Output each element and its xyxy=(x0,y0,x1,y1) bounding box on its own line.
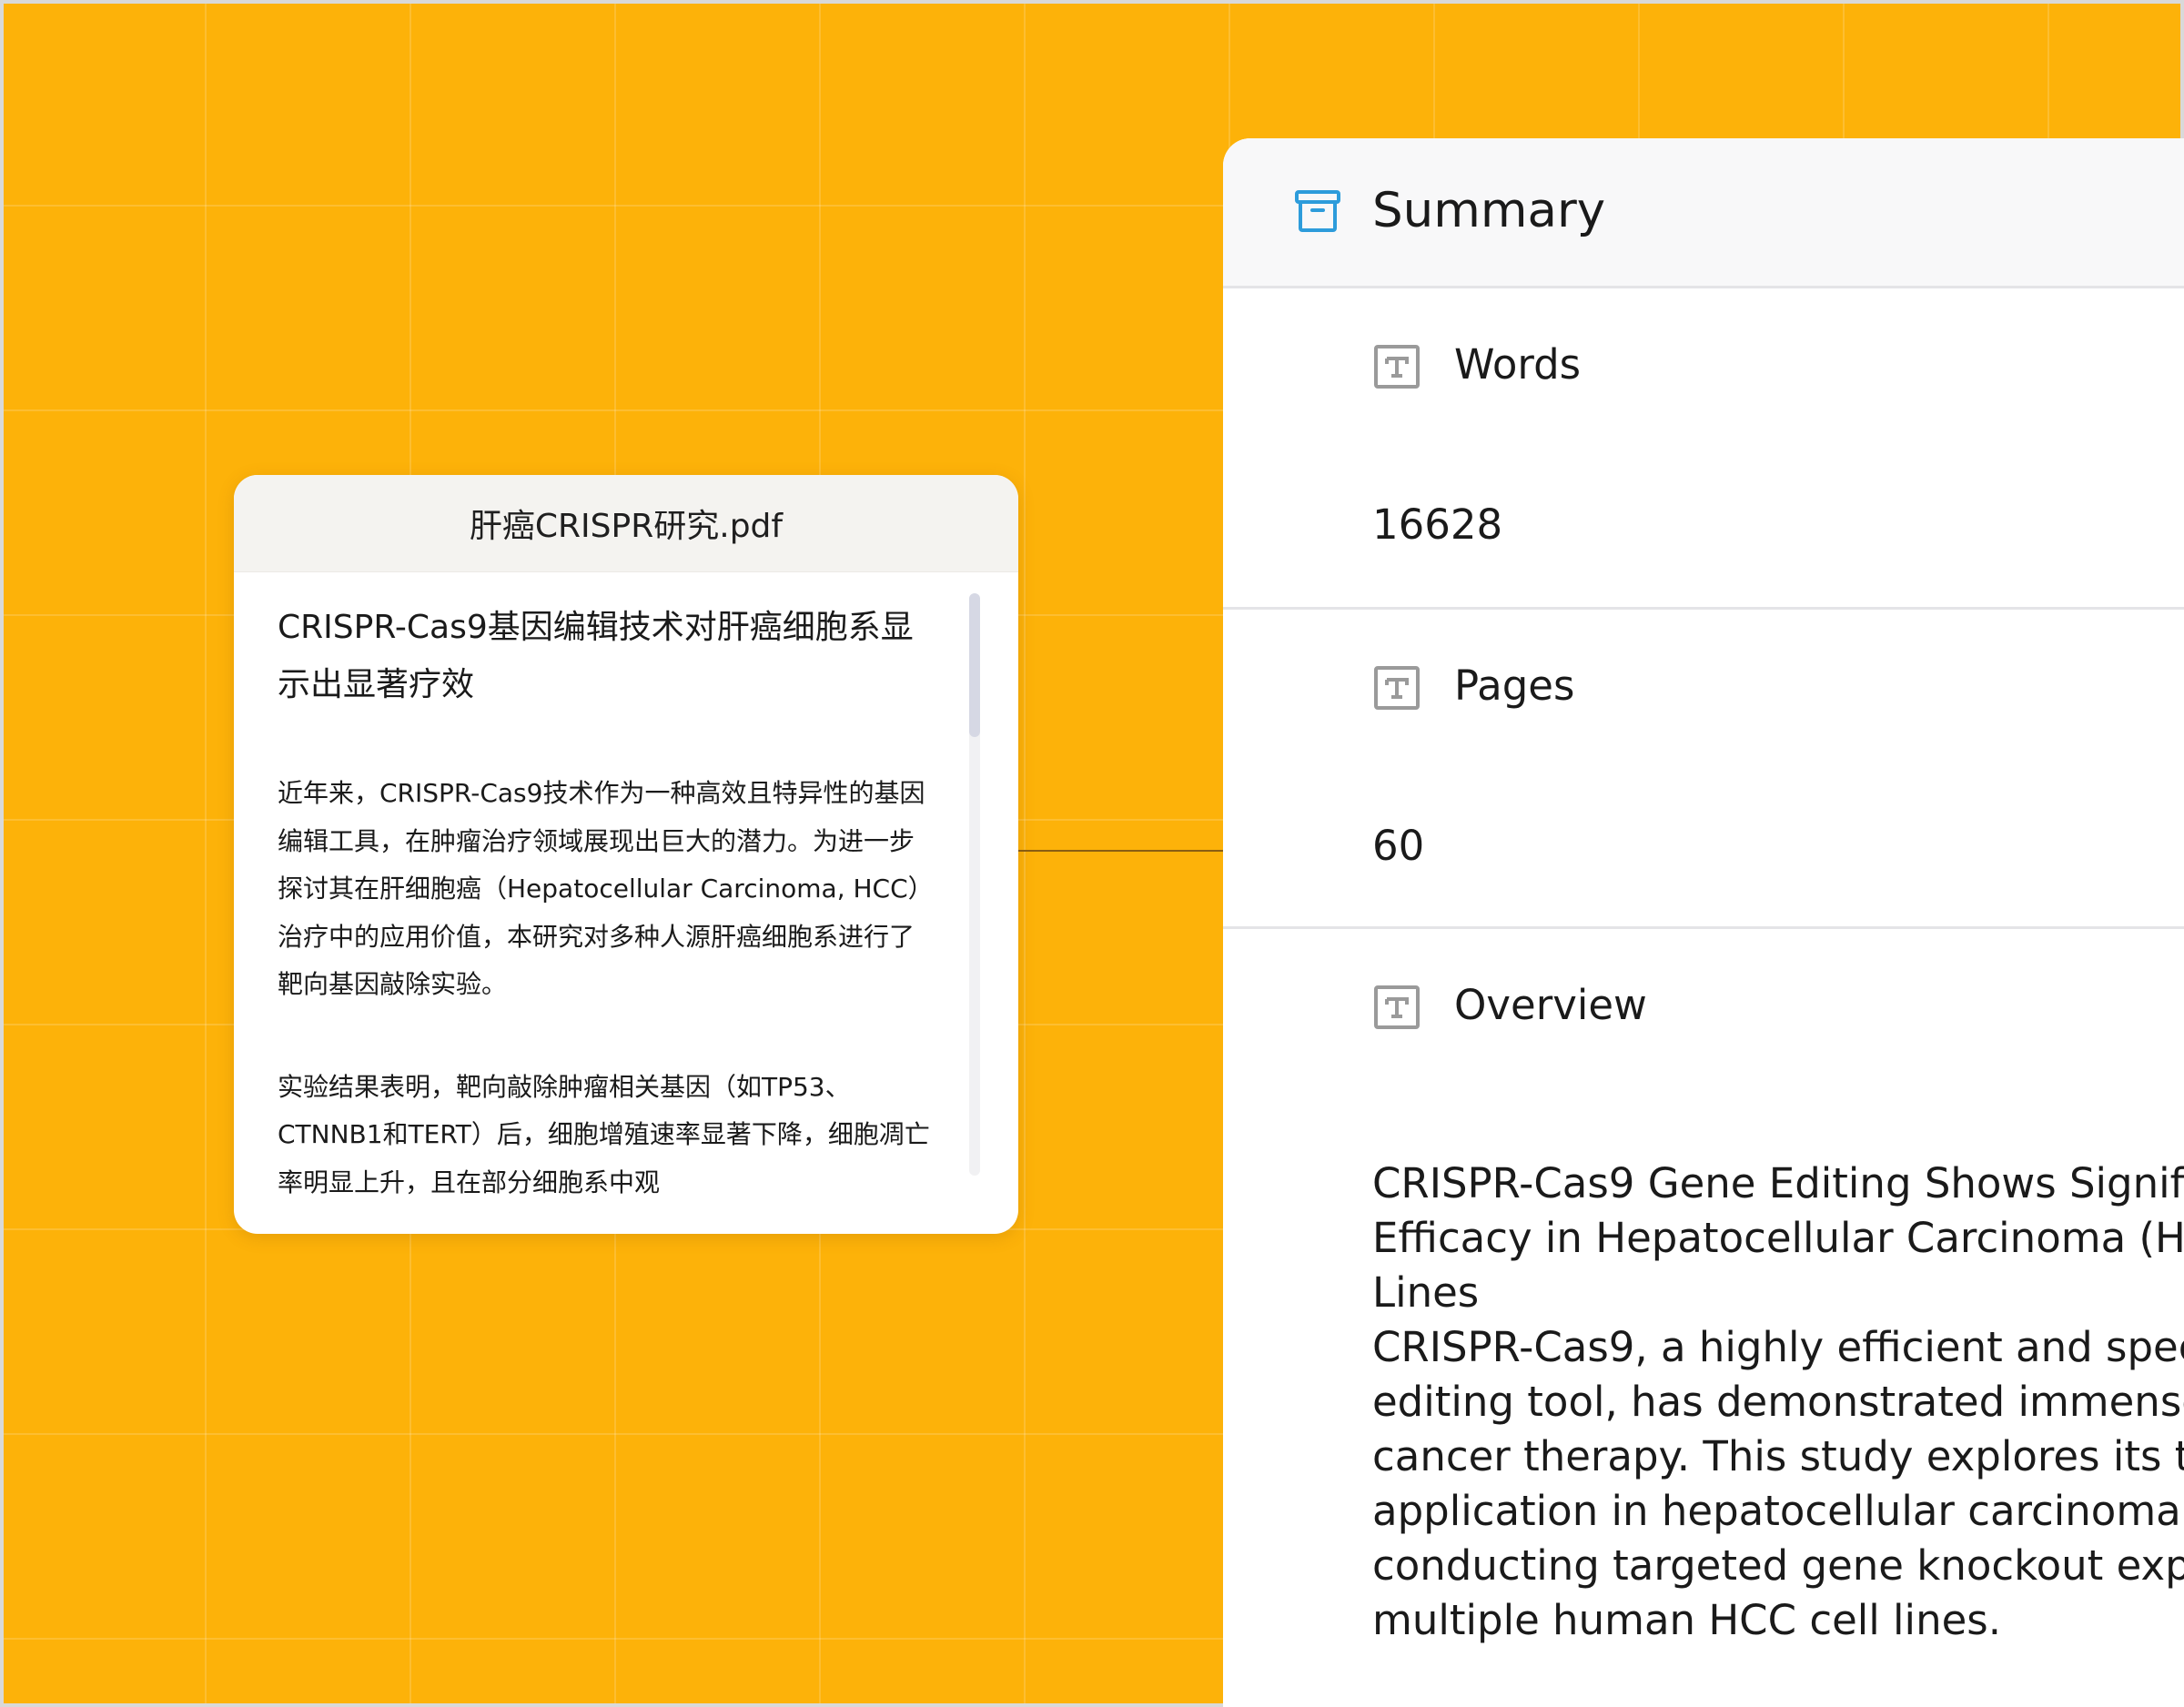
field-label-pages: Pages xyxy=(1454,662,1575,710)
archive-box-icon xyxy=(1295,190,1340,232)
overview-line: application in hepatocellular carcinoma … xyxy=(1372,1487,2184,1535)
text-field-icon xyxy=(1374,666,1420,710)
overview-line: cancer therapy. This study explores its … xyxy=(1372,1432,2184,1480)
field-words: Words 16628 xyxy=(1223,288,2184,610)
overview-line: CRISPR-Cas9, a highly efficient and spec… xyxy=(1372,1323,2184,1371)
field-value-pages: 60 xyxy=(1372,822,1425,870)
connector-line xyxy=(1017,850,1223,852)
file-card[interactable]: 肝癌CRISPR研究.pdf CRISPR-Cas9基因编辑技术对肝癌细胞系显示… xyxy=(234,475,1018,1234)
document-paragraph: 近年来，CRISPR-Cas9技术作为一种高效且特异性的基因编辑工具，在肿瘤治疗… xyxy=(278,778,925,999)
overview-line: CRISPR-Cas9 Gene Editing Shows Signific xyxy=(1372,1159,2184,1207)
document-paragraph: 实验结果表明，靶向敲除肿瘤相关基因（如TP53、CTNNB1和TERT）后，细胞… xyxy=(278,1071,930,1197)
field-label-overview: Overview xyxy=(1454,981,1647,1029)
text-field-icon xyxy=(1374,345,1420,389)
overview-line: Efficacy in Hepatocellular Carcinoma (HC… xyxy=(1372,1214,2184,1262)
scrollbar-thumb[interactable] xyxy=(969,593,980,737)
summary-panel: Summary Words 16628 Pages 60 Overview CR… xyxy=(1223,138,2184,1707)
file-preview[interactable]: CRISPR-Cas9基因编辑技术对肝癌细胞系显示出显著疗效 近年来，CRISP… xyxy=(234,571,1018,1234)
scrollbar-track[interactable] xyxy=(969,593,980,1176)
overview-line: conducting targeted gene knockout exper xyxy=(1372,1541,2184,1590)
file-name: 肝癌CRISPR研究.pdf xyxy=(469,508,784,545)
field-value-words: 16628 xyxy=(1372,500,1503,549)
document-title: CRISPR-Cas9基因编辑技术对肝癌细胞系显示出显著疗效 xyxy=(278,609,914,703)
field-label-words: Words xyxy=(1454,340,1582,389)
overview-text: CRISPR-Cas9 Gene Editing Shows Signific … xyxy=(1372,1157,2184,1648)
overview-line: multiple human HCC cell lines. xyxy=(1372,1596,2002,1644)
overview-line: editing tool, has demonstrated immense p xyxy=(1372,1378,2184,1426)
field-pages: Pages 60 xyxy=(1223,610,2184,929)
file-card-header: 肝癌CRISPR研究.pdf xyxy=(234,475,1018,572)
summary-title: Summary xyxy=(1372,183,1606,238)
text-field-icon xyxy=(1374,985,1420,1029)
overview-line: Lines xyxy=(1372,1268,1480,1317)
summary-header: Summary xyxy=(1223,138,2184,288)
field-overview: Overview CRISPR-Cas9 Gene Editing Shows … xyxy=(1223,929,2184,1707)
